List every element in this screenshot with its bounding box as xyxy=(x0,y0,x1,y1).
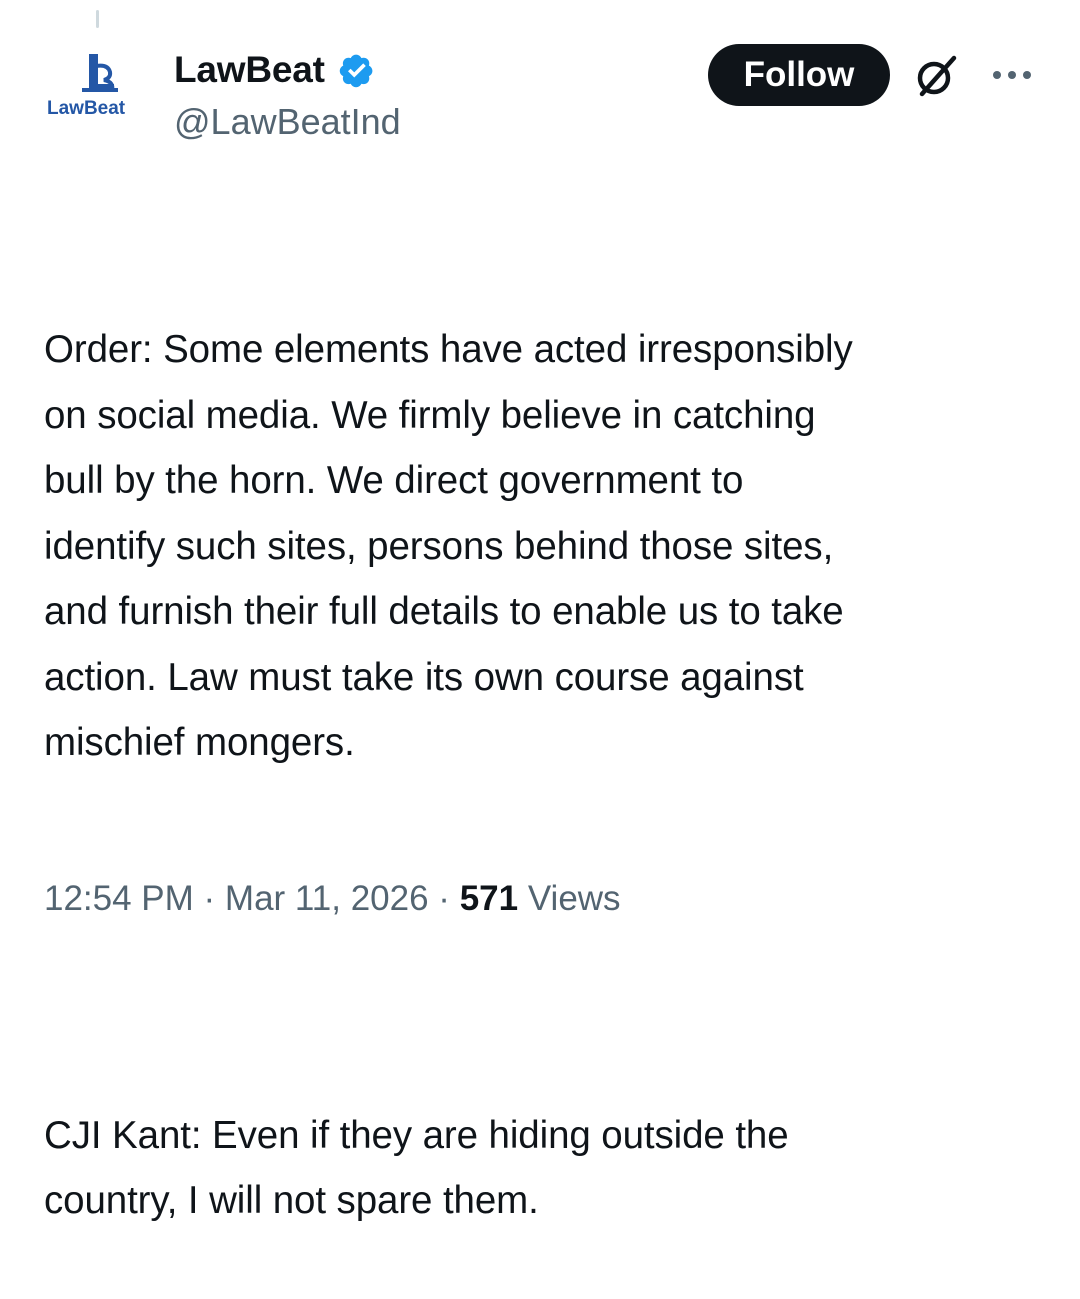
more-horizontal-icon[interactable] xyxy=(990,66,1034,84)
author-handle[interactable]: @LawBeatInd xyxy=(174,100,401,144)
avatar-logo-text: LawBeat xyxy=(47,98,126,119)
author-name-row: LawBeat xyxy=(174,48,379,92)
tweet-date[interactable]: Mar 11, 2026 xyxy=(225,879,429,918)
tweet-time[interactable]: 12:54 PM xyxy=(44,879,194,918)
meta-separator: · xyxy=(193,879,225,918)
meta-separator: · xyxy=(428,879,460,918)
tweet-body: Order: Some elements have acted irrespon… xyxy=(44,186,1054,1299)
tweet-meta: 12:54 PM · Mar 11, 2026 · 571 Views xyxy=(44,874,621,924)
thread-connector-line xyxy=(96,10,99,28)
lawbeat-logo-icon: LawBeat xyxy=(47,54,126,119)
views-count: 571 xyxy=(459,879,519,918)
views-label: Views xyxy=(527,879,621,918)
grok-slash-circle-icon[interactable] xyxy=(910,50,962,102)
author-display-name[interactable]: LawBeat xyxy=(174,48,325,92)
verified-badge-icon[interactable] xyxy=(335,48,379,92)
follow-button[interactable]: Follow xyxy=(708,44,890,106)
tweet-paragraph-cji-quote: CJI Kant: Even if they are hiding outsid… xyxy=(44,1113,789,1223)
tweet-paragraph-order: Order: Some elements have acted irrespon… xyxy=(44,328,853,764)
avatar[interactable]: LawBeat xyxy=(44,44,156,156)
